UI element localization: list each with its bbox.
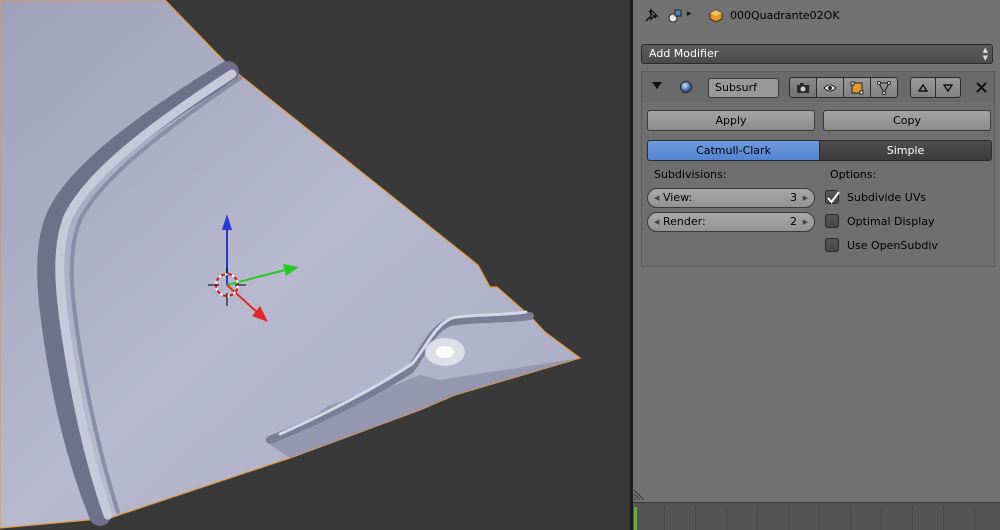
increment-arrow-icon[interactable]: ▶ [803, 189, 808, 207]
apply-button[interactable]: Apply [647, 110, 815, 131]
modifier-visibility-toggles [789, 77, 898, 98]
timeline-tick [881, 506, 882, 530]
updown-icon: ▲ ▼ [982, 46, 988, 62]
optimal-display-checkbox[interactable]: Optimal Display [825, 213, 995, 231]
properties-panel: ▸ 000Quadrante02OK Add Modifier ▲ ▼ Subsu… [633, 0, 1000, 530]
area-corner-handle-icon[interactable] [634, 488, 646, 500]
vertex-icon[interactable] [870, 77, 898, 98]
timeline-strip[interactable] [633, 502, 1000, 530]
use-opensubdiv-label: Use OpenSubdiv [847, 239, 938, 252]
modifier-sphere-icon [680, 81, 692, 93]
pin-icon[interactable] [643, 8, 659, 24]
eye-icon[interactable] [816, 77, 844, 98]
timeline-tick [664, 506, 665, 530]
view-levels-field[interactable]: ◀ View: 3 ▶ [647, 188, 815, 208]
checkbox-box [825, 238, 839, 252]
decrement-arrow-icon[interactable]: ◀ [654, 213, 659, 231]
increment-arrow-icon[interactable]: ▶ [803, 213, 808, 231]
timeline-tick [850, 506, 851, 530]
move-up-icon[interactable] [910, 77, 936, 98]
panel-empty-area [633, 268, 1000, 498]
timeline-tick [788, 506, 789, 530]
timeline-tick [695, 506, 696, 530]
subdivision-algorithm-toggle: Catmull-Clark Simple [647, 140, 992, 161]
copy-button[interactable]: Copy [823, 110, 991, 131]
optimal-display-label: Optimal Display [847, 215, 935, 228]
collapse-triangle-icon[interactable] [652, 82, 662, 89]
object-cube-icon [709, 9, 723, 23]
viewport-scene [0, 0, 582, 529]
subsurf-modifier-panel: Subsurf Apply Copy Catmull-Clark Simple … [641, 71, 995, 267]
breadcrumb-arrow-icon: ▸ [687, 9, 692, 19]
editmode-cage-icon[interactable] [843, 77, 871, 98]
close-icon[interactable] [971, 77, 991, 97]
3d-viewport[interactable] [0, 0, 632, 530]
timeline-tick [912, 506, 913, 530]
timeline-tick [726, 506, 727, 530]
object-name: 000Quadrante02OK [730, 9, 840, 22]
current-frame-indicator[interactable] [634, 507, 637, 530]
mesh-bump-specular [436, 346, 454, 358]
timeline-tick [943, 506, 944, 530]
subdivide-uvs-checkbox[interactable]: Subdivide UVs [825, 189, 995, 207]
simple-option[interactable]: Simple [819, 140, 992, 161]
render-levels-label: Render: [663, 215, 706, 228]
timeline-tick [819, 506, 820, 530]
subdivisions-heading: Subdivisions: [654, 168, 727, 181]
catmull-clark-option[interactable]: Catmull-Clark [647, 140, 820, 161]
subdivide-uvs-label: Subdivide UVs [847, 191, 927, 204]
modifier-move-buttons [910, 77, 961, 98]
use-opensubdiv-checkbox[interactable]: Use OpenSubdiv [825, 237, 995, 255]
add-modifier-label: Add Modifier [649, 47, 719, 60]
properties-header: ▸ 000Quadrante02OK [633, 0, 1000, 34]
checkbox-box [825, 214, 839, 228]
add-modifier-dropdown[interactable]: Add Modifier ▲ ▼ [641, 44, 993, 64]
modifier-name-field[interactable]: Subsurf [708, 78, 779, 98]
modifier-header: Subsurf [642, 72, 994, 102]
options-heading: Options: [830, 168, 877, 181]
context-icon[interactable] [667, 8, 683, 24]
render-levels-field[interactable]: ◀ Render: 2 ▶ [647, 212, 815, 232]
checkmark-icon [825, 190, 840, 204]
timeline-tick [974, 506, 975, 530]
move-down-icon[interactable] [935, 77, 961, 98]
view-levels-value: 3 [790, 191, 797, 204]
render-camera-icon[interactable] [789, 77, 817, 98]
decrement-arrow-icon[interactable]: ◀ [654, 189, 659, 207]
render-levels-value: 2 [790, 215, 797, 228]
timeline-tick [757, 506, 758, 530]
view-levels-label: View: [663, 191, 693, 204]
